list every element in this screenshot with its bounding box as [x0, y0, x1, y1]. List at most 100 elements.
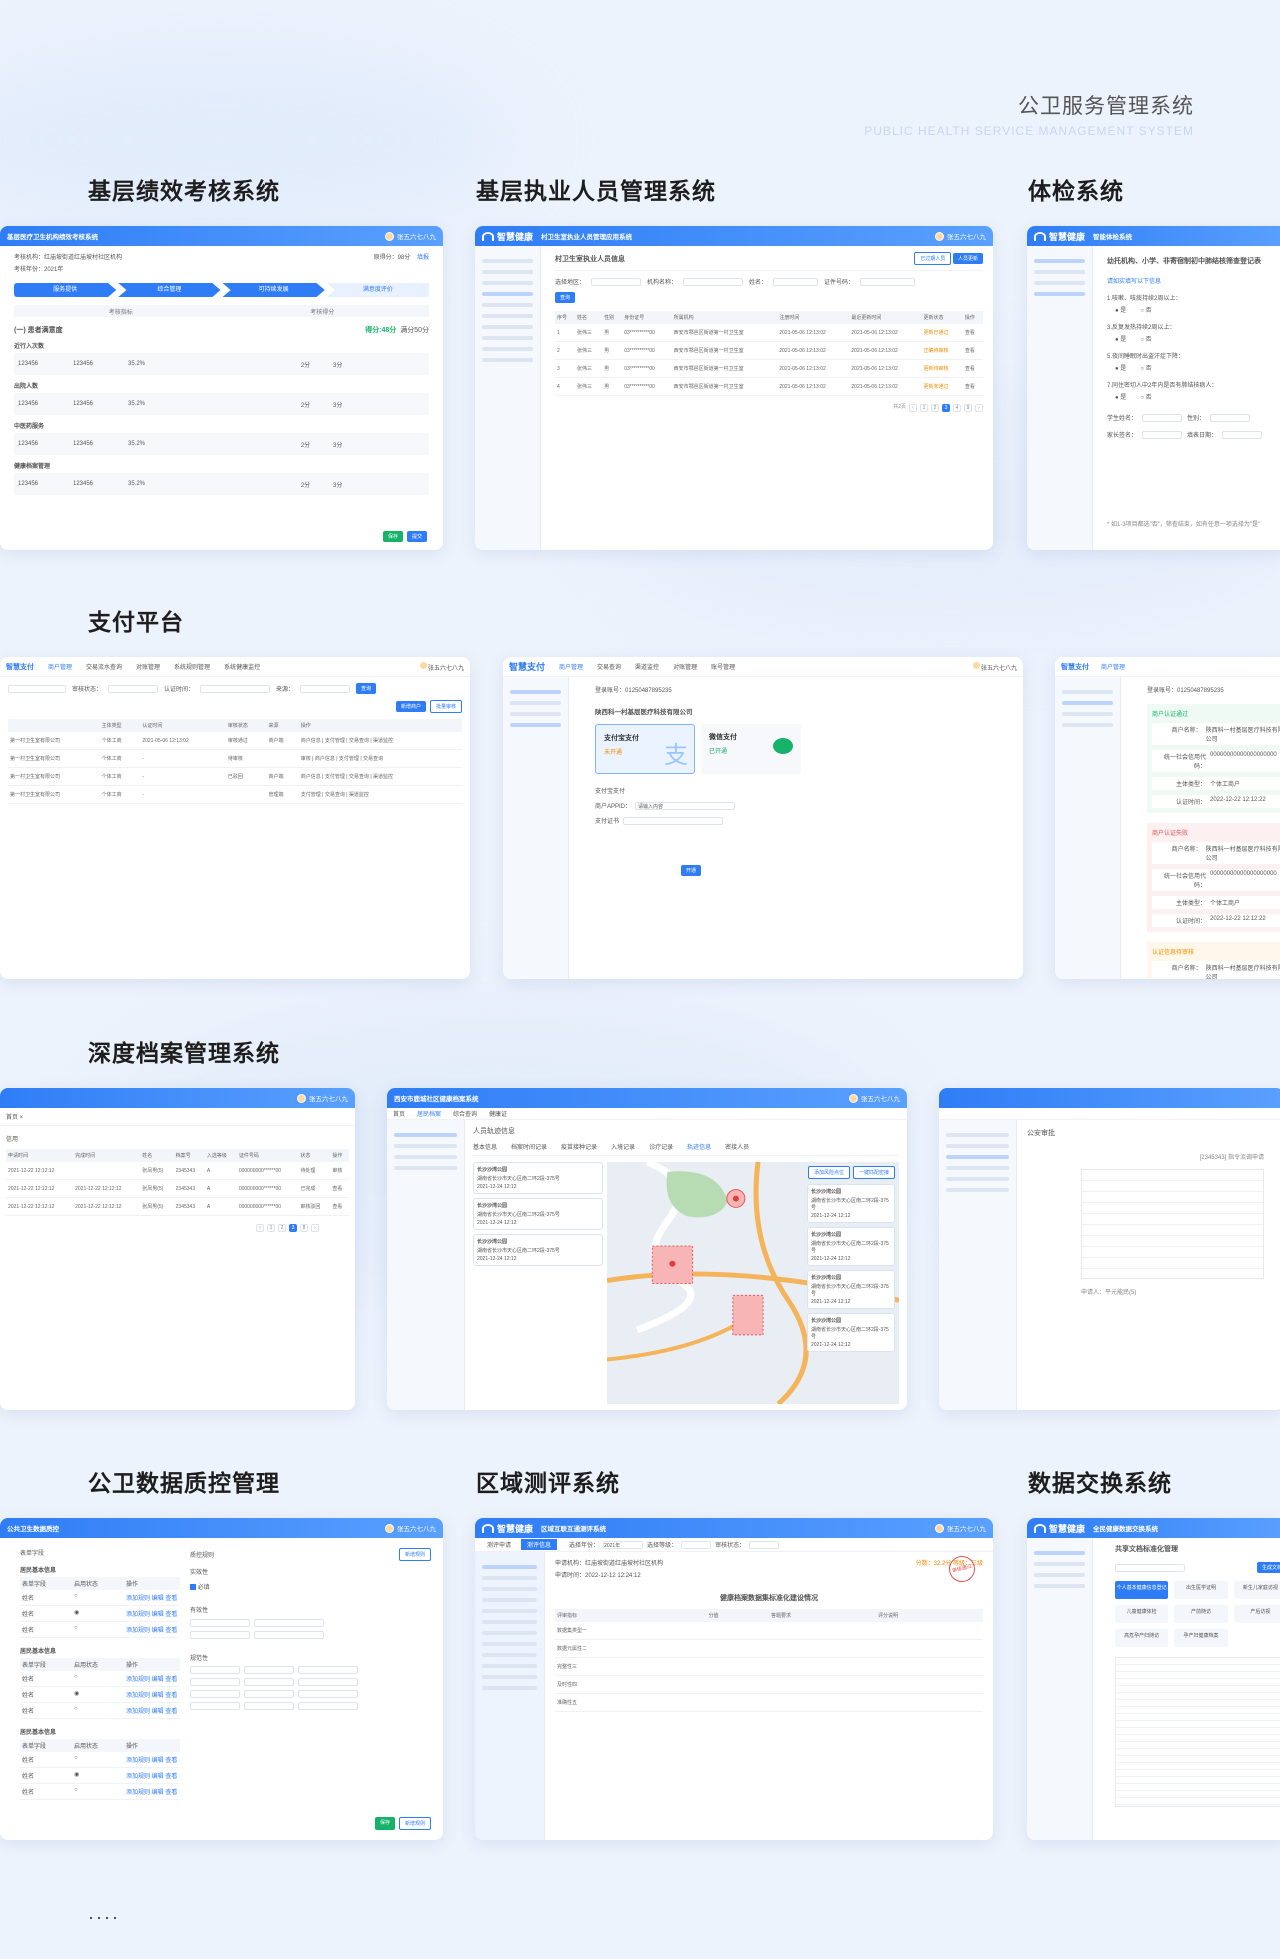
search-button[interactable]: 查询: [356, 683, 377, 694]
tab-merchant[interactable]: 商户管理: [559, 662, 583, 671]
toggle-switch[interactable]: ◉: [74, 1771, 126, 1780]
format-select-2[interactable]: [244, 1702, 294, 1710]
audit-select[interactable]: [108, 684, 159, 693]
page-prev[interactable]: ‹: [909, 404, 917, 412]
step-1[interactable]: 服务提供: [14, 283, 117, 297]
tab-account[interactable]: 账号管理: [711, 662, 735, 671]
doc-tile[interactable]: 个人基本健康信息登记: [1115, 1581, 1169, 1599]
format-select[interactable]: [190, 1702, 240, 1710]
tab-health[interactable]: 系统健康监控: [224, 662, 260, 671]
alipay-card[interactable]: 支付宝支付 未开通支: [595, 724, 695, 774]
org-input[interactable]: [683, 277, 744, 286]
user-menu[interactable]: 张五六七八九: [971, 661, 1017, 672]
table-cell[interactable]: 商户信息 | 支付管理 | 交易查询 | 渠道监控: [298, 732, 462, 750]
table-cell[interactable]: 查看: [962, 359, 983, 378]
sub-tab[interactable]: 密接人员: [725, 1142, 749, 1151]
row-actions[interactable]: 添加规则 编辑 查看: [126, 1690, 178, 1699]
page-next[interactable]: ›: [311, 1224, 319, 1232]
page-9[interactable]: 9: [964, 404, 972, 412]
track-card[interactable]: 长沙沙湾公园 湖南省长沙市天心区南二环2段-375号 2021-12-24 12:1…: [807, 1313, 895, 1352]
format-input[interactable]: [298, 1690, 358, 1698]
wechat-card[interactable]: 微信支付 已开通: [701, 724, 801, 774]
track-card[interactable]: 长沙沙湾公园 湖南省长沙市天心区南二环2段-375号 2021-12-24 12:1…: [473, 1198, 603, 1230]
new-merchant-button[interactable]: 新增商户: [395, 701, 426, 712]
format-input[interactable]: [298, 1666, 358, 1674]
tab-query[interactable]: 综合查询: [453, 1109, 477, 1118]
user-menu[interactable]: 张五六七八九: [297, 1093, 348, 1103]
toggle-switch[interactable]: ○: [74, 1755, 126, 1764]
doc-tile[interactable]: 孕产妇健康档案: [1174, 1629, 1228, 1647]
doc-tile[interactable]: 高危孕产妇随访: [1115, 1629, 1169, 1647]
toggle-switch[interactable]: ○: [74, 1625, 126, 1634]
table-cell[interactable]: 查看: [962, 377, 983, 396]
format-select-2[interactable]: [244, 1690, 294, 1698]
row-actions[interactable]: 添加规则 编辑 查看: [126, 1609, 178, 1618]
keyword-input[interactable]: [8, 684, 66, 693]
row-actions[interactable]: 添加规则 编辑 查看: [126, 1593, 178, 1602]
page-next[interactable]: ›: [975, 404, 983, 412]
gender-select[interactable]: [1210, 413, 1251, 422]
validity-select-2[interactable]: [190, 1631, 250, 1639]
format-select[interactable]: [190, 1678, 240, 1686]
user-menu[interactable]: 张五六七八九: [935, 1523, 986, 1533]
add-risk-button[interactable]: 添加风险点位: [807, 1166, 850, 1179]
step-3[interactable]: 可持续发展: [222, 283, 325, 297]
page-2[interactable]: 2: [931, 404, 939, 412]
date-input[interactable]: [1222, 430, 1263, 439]
submit-button[interactable]: 提交: [406, 531, 427, 542]
format-input[interactable]: [298, 1678, 358, 1686]
table-cell[interactable]: 审核: [330, 1162, 349, 1180]
tab-rules[interactable]: 系统规则管理: [174, 662, 210, 671]
save-button[interactable]: 保存: [382, 531, 403, 542]
row-actions[interactable]: 添加规则 编辑 查看: [126, 1755, 178, 1764]
tab-cert[interactable]: 健康证: [489, 1109, 507, 1118]
batch-audit-button[interactable]: 批量审核: [429, 700, 462, 713]
expired-button[interactable]: 已过期人员: [914, 252, 952, 265]
table-cell[interactable]: 支付管理 | 交易查询 | 渠道监控: [298, 785, 462, 804]
step-4[interactable]: 满意度评价: [326, 283, 429, 297]
tab-info[interactable]: 测评信息: [521, 1539, 558, 1550]
update-button[interactable]: 人员更新: [952, 253, 983, 264]
user-menu[interactable]: 张五六七八九: [935, 231, 986, 241]
doc-tile[interactable]: 产前随访: [1174, 1605, 1228, 1623]
tab-merchant[interactable]: 商户管理: [48, 662, 72, 671]
region-select[interactable]: [591, 277, 642, 286]
tab-home[interactable]: 首页: [393, 1109, 405, 1118]
tab-merchant[interactable]: 商户管理: [1101, 662, 1125, 671]
page-3[interactable]: 3: [942, 404, 950, 412]
page-prev[interactable]: ‹: [256, 1224, 264, 1232]
page-3[interactable]: 3: [289, 1224, 297, 1232]
level-select[interactable]: [681, 1540, 712, 1549]
generate-button[interactable]: 生成文档: [1256, 1562, 1280, 1573]
user-menu[interactable]: 张五六七八九: [385, 1523, 436, 1533]
match-contacts-button[interactable]: 一键匹配密接: [852, 1166, 895, 1179]
table-cell[interactable]: 查看: [330, 1197, 349, 1216]
validity-select[interactable]: [190, 1619, 250, 1627]
track-card[interactable]: 长沙沙湾公园 湖南省长沙市天心区南二环2段-375号 2021-12-24 12:1…: [473, 1234, 603, 1266]
doc-search-input[interactable]: [1115, 1563, 1185, 1572]
doc-tile[interactable]: 产后访视: [1233, 1605, 1280, 1623]
table-cell[interactable]: 查看: [330, 1179, 349, 1198]
toggle-switch[interactable]: ○: [74, 1787, 126, 1796]
format-select-2[interactable]: [244, 1666, 294, 1674]
sub-tab[interactable]: 轨迹信息: [687, 1142, 711, 1151]
track-card[interactable]: 长沙沙湾公园 湖南省长沙市天心区南二环2段-375号 2021-12-24 12:1…: [807, 1184, 895, 1223]
format-select-2[interactable]: [244, 1678, 294, 1686]
track-card[interactable]: 长沙沙湾公园 湖南省长沙市天心区南二环2段-375号 2021-12-24 12:1…: [473, 1162, 603, 1194]
checkbox-icon[interactable]: [190, 1584, 196, 1591]
parent-sign-input[interactable]: [1142, 430, 1183, 439]
time-input[interactable]: [200, 684, 271, 693]
row-actions[interactable]: 添加规则 编辑 查看: [126, 1771, 178, 1780]
format-select[interactable]: [190, 1690, 240, 1698]
track-card[interactable]: 长沙沙湾公园 湖南省长沙市天心区南二环2段-375号 2021-12-24 12:1…: [807, 1270, 895, 1309]
sub-tab[interactable]: 入境记录: [611, 1142, 635, 1151]
year-select[interactable]: 2021年: [603, 1540, 644, 1549]
user-menu[interactable]: 张五六七八九: [385, 231, 436, 241]
format-select[interactable]: [190, 1666, 240, 1674]
sub-tab[interactable]: 诊疗记录: [649, 1142, 673, 1151]
doc-tile[interactable]: 出生医学证明: [1174, 1581, 1228, 1599]
tab-apply[interactable]: 测评申请: [481, 1539, 517, 1550]
toggle-switch[interactable]: ○: [74, 1593, 126, 1602]
row-actions[interactable]: 添加规则 编辑 查看: [126, 1674, 178, 1683]
tab-reconcile[interactable]: 对账管理: [673, 662, 697, 671]
